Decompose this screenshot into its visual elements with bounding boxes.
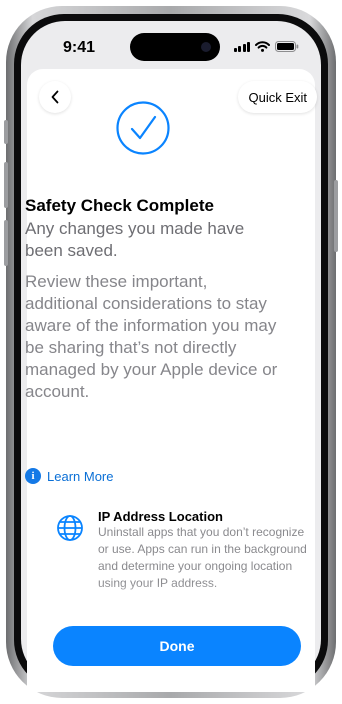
status-time: 9:41 [63, 39, 96, 56]
page-subtitle: Any changes you made have been saved. [25, 219, 245, 260]
status-bar: 9:41 [21, 21, 321, 73]
camera-icon [201, 42, 211, 52]
done-button[interactable]: Done [53, 626, 301, 666]
volume-down-button [4, 220, 8, 266]
page-title: Safety Check Complete [25, 196, 214, 215]
checkmark-circle-icon [116, 101, 170, 155]
cellular-signal-icon [233, 42, 250, 52]
considerations-text: Review these important, additional consi… [25, 272, 278, 401]
learn-more-link[interactable]: i Learn More [25, 468, 113, 484]
globe-icon [57, 515, 83, 541]
power-button [334, 180, 338, 252]
quick-exit-button[interactable]: Quick Exit [238, 81, 317, 113]
status-icons [233, 41, 300, 52]
wifi-icon [255, 41, 270, 52]
dynamic-island [130, 33, 220, 61]
ip-address-title: IP Address Location [98, 509, 223, 524]
volume-up-button [4, 162, 8, 208]
learn-more-label: Learn More [47, 468, 114, 484]
chevron-left-icon [51, 90, 59, 104]
info-icon: i [25, 468, 41, 484]
action-button [4, 120, 8, 144]
battery-icon [275, 41, 299, 52]
back-button[interactable] [39, 81, 71, 113]
